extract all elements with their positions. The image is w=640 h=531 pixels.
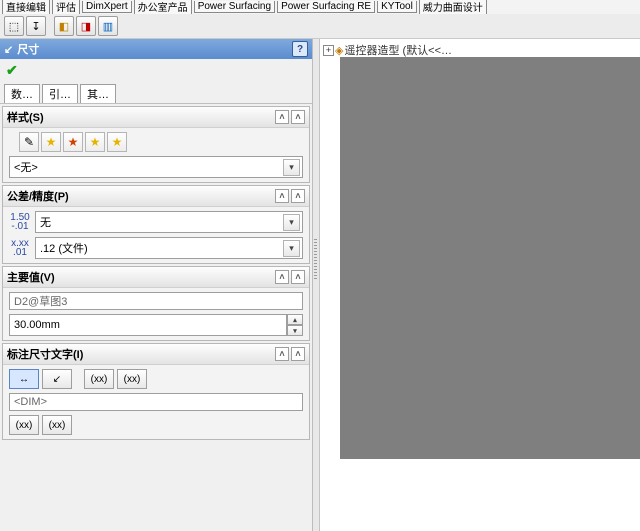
tab-values[interactable]: 数… <box>4 84 40 103</box>
fav-edit-icon[interactable]: ✎ <box>19 132 39 152</box>
collapse2-icon[interactable]: ˄ <box>291 189 305 203</box>
feature-tree-label: 遥控器造型 (默认<<… <box>344 42 452 58</box>
expand-icon[interactable]: + <box>323 45 334 56</box>
collapse-icon[interactable]: ˄ <box>275 347 289 361</box>
toolbar-btn-2[interactable]: ↧ <box>26 16 46 36</box>
graphics-viewport[interactable]: + ◈ 遥控器造型 (默认<<… 70° 30 <box>320 39 640 531</box>
menu-tab[interactable]: Power Surfacing <box>194 1 275 13</box>
chevron-down-icon[interactable]: ▾ <box>283 159 300 176</box>
help-button[interactable]: ? <box>292 41 308 57</box>
spin-up-icon[interactable]: ▴ <box>287 314 303 325</box>
align-diag-button[interactable]: ↙ <box>42 369 72 389</box>
chevron-down-icon[interactable]: ▾ <box>283 240 300 257</box>
ok-check-icon[interactable]: ✔ <box>6 62 18 78</box>
model-face <box>340 57 640 459</box>
section-dimtext-header[interactable]: 标注尺寸文字(I) ˄˄ <box>3 344 309 365</box>
favorites-row: ✎ ★ ★ ★ ★ <box>19 132 303 152</box>
section-primary-header[interactable]: 主要值(V) ˄˄ <box>3 267 309 288</box>
precision-select[interactable]: .12 (文件) ▾ <box>35 237 303 259</box>
precision-icon: x.xx.01 <box>9 239 31 257</box>
section-style: 样式(S) ˄˄ ✎ ★ ★ ★ ★ <无> ▾ <box>2 106 310 183</box>
splitter-handle[interactable] <box>313 39 320 531</box>
panel-tabs: 数… 引… 其… <box>0 82 312 104</box>
toolbar-btn-4[interactable]: ◨ <box>76 16 96 36</box>
menubar: 直接编辑 评估 DimXpert 办公室产品 Power Surfacing P… <box>0 0 640 14</box>
panel-title: 尺寸 <box>17 41 39 57</box>
dimension-text-input[interactable]: <DIM> <box>9 393 303 411</box>
toolbar-btn-3[interactable]: ◧ <box>54 16 74 36</box>
collapse2-icon[interactable]: ˄ <box>291 110 305 124</box>
menu-tab[interactable]: DimXpert <box>82 1 132 13</box>
collapse-icon[interactable]: ˄ <box>275 110 289 124</box>
fav-star-load-icon[interactable]: ★ <box>107 132 127 152</box>
menu-tab[interactable]: 办公室产品 <box>134 0 192 14</box>
dimension-icon: ↙ <box>4 43 13 56</box>
menu-tab[interactable]: 评估 <box>52 0 80 14</box>
tab-leaders[interactable]: 引… <box>42 84 78 103</box>
section-style-header[interactable]: 样式(S) ˄˄ <box>3 107 309 128</box>
collapse2-icon[interactable]: ˄ <box>291 347 305 361</box>
section-tolerance: 公差/精度(P) ˄˄ 1.50-.01 无 ▾ x.xx.01 <box>2 185 310 264</box>
menu-tab[interactable]: KYTool <box>377 1 417 13</box>
paren1-button[interactable]: (xx) <box>84 369 114 389</box>
menu-tab[interactable]: 直接编辑 <box>2 0 50 14</box>
paren3-button[interactable]: (xx) <box>9 415 39 435</box>
fav-star-remove-icon[interactable]: ★ <box>63 132 83 152</box>
spin-down-icon[interactable]: ▾ <box>287 325 303 336</box>
align-horiz-button[interactable]: ↔ <box>9 369 39 389</box>
dimension-name-input[interactable]: D2@草图3 <box>9 292 303 310</box>
panel-header: ↙ 尺寸 ? <box>0 39 312 59</box>
paren4-button[interactable]: (xx) <box>42 415 72 435</box>
collapse-icon[interactable]: ˄ <box>275 270 289 284</box>
section-primary-value: 主要值(V) ˄˄ D2@草图3 30.00mm ▴ ▾ <box>2 266 310 341</box>
tolerance-select[interactable]: 无 ▾ <box>35 211 303 233</box>
chevron-down-icon[interactable]: ▾ <box>283 214 300 231</box>
menu-tab[interactable]: 威力曲面设计 <box>419 0 487 14</box>
toolbar-btn-5[interactable]: ▥ <box>98 16 118 36</box>
feature-tree-item[interactable]: + ◈ 遥控器造型 (默认<<… <box>323 42 452 58</box>
paren2-button[interactable]: (xx) <box>117 369 147 389</box>
confirm-row: ✔ <box>0 59 312 82</box>
mini-toolbar: ⬚ ↧ ◧ ◨ ▥ <box>0 14 640 39</box>
toolbar-btn-1[interactable]: ⬚ <box>4 16 24 36</box>
collapse2-icon[interactable]: ˄ <box>291 270 305 284</box>
fav-star-add-icon[interactable]: ★ <box>41 132 61 152</box>
property-panel: ↙ 尺寸 ? ✔ 数… 引… 其… 样式(S) ˄˄ <box>0 39 313 531</box>
section-dimension-text: 标注尺寸文字(I) ˄˄ ↔ ↙ (xx) (xx) <DIM> <box>2 343 310 440</box>
style-select[interactable]: <无> ▾ <box>9 156 303 178</box>
tolerance-type-icon: 1.50-.01 <box>9 213 31 231</box>
tab-other[interactable]: 其… <box>80 84 116 103</box>
dimension-value-input[interactable]: 30.00mm <box>9 314 287 336</box>
collapse-icon[interactable]: ˄ <box>275 189 289 203</box>
menu-tab[interactable]: Power Surfacing RE <box>277 1 375 13</box>
part-icon: ◈ <box>335 44 343 57</box>
fav-star-save-icon[interactable]: ★ <box>85 132 105 152</box>
section-tolerance-header[interactable]: 公差/精度(P) ˄˄ <box>3 186 309 207</box>
